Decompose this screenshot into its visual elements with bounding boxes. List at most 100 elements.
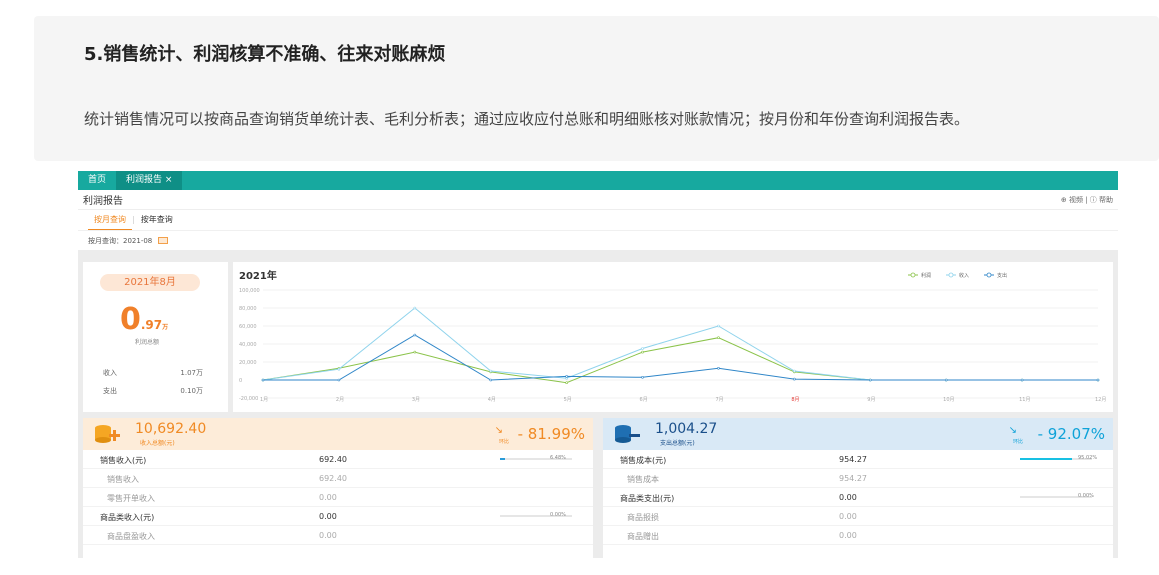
income-total: 10,692.40 — [135, 421, 207, 437]
page-header: 利润报告 ⊕ 视频 | ⓘ 帮助 — [78, 190, 1118, 210]
ratio-percent: 95.02% — [1078, 455, 1098, 461]
x-tick-label: 6月 — [640, 397, 648, 403]
row-name: 零售开单收入 — [107, 494, 155, 503]
row-value: 0.00 — [319, 493, 337, 502]
tab-by-month[interactable]: 按月查询 — [88, 211, 132, 230]
data-point — [261, 378, 265, 382]
ratio-percent: 0.00% — [550, 512, 566, 518]
row-value: 0.00 — [839, 531, 857, 540]
x-tick-label: 9月 — [867, 397, 875, 403]
income-change: - 81.99% — [517, 425, 585, 443]
data-point — [565, 375, 568, 378]
row-name: 商品盘盈收入 — [107, 532, 155, 541]
y-tick-label: 40,000 — [239, 342, 257, 348]
data-point — [717, 367, 720, 370]
trend-down-icon: ↘ — [1008, 425, 1017, 436]
tab-by-year[interactable]: 按年查询 — [135, 211, 179, 229]
data-point — [717, 324, 720, 328]
profit-report-app: 首页 利润报告 × 利润报告 ⊕ 视频 | ⓘ 帮助 按月查询 | 按年查询 按… — [78, 171, 1118, 558]
page-title: 利润报告 — [83, 196, 123, 207]
data-point — [717, 336, 720, 339]
detail-row: 商品报损 0.00 — [603, 507, 1113, 526]
expense-label: 支出 — [103, 387, 117, 395]
x-tick-label: 3月 — [412, 397, 420, 403]
y-tick-label: 0 — [239, 378, 242, 384]
data-point — [413, 306, 417, 310]
row-value: 0.00 — [319, 512, 337, 521]
category-row: 商品类收入(元) 0.00 0.00% — [83, 507, 593, 526]
expense-change-label: 环比 — [1012, 439, 1023, 445]
x-tick-label: 2月 — [336, 397, 344, 403]
profit-int: 0 — [120, 302, 141, 337]
income-label: 收入 — [103, 369, 117, 377]
row-name: 商品报损 — [627, 513, 659, 522]
detail-row: 商品赠出 0.00 — [603, 526, 1113, 545]
ratio-bar-fill — [500, 458, 505, 460]
income-rows: 销售收入(元) 692.40 6.48% 销售收入 692.40 零售开单收入 0.00 商品… — [83, 450, 593, 545]
row-value: 0.00 — [319, 531, 337, 540]
data-point — [793, 369, 796, 373]
calendar-icon[interactable] — [158, 237, 169, 244]
profit-summary-card: 2021年8月 0.97万 利润总额 收入 1.07万 支出 0.10万 — [83, 262, 228, 412]
row-name: 销售成本(元) — [620, 456, 667, 465]
row-name: 商品赠出 — [627, 532, 659, 541]
y-tick-label: 100,000 — [239, 288, 260, 294]
row-value: 954.27 — [839, 455, 867, 464]
data-point — [489, 378, 493, 382]
data-point — [413, 333, 417, 337]
x-tick-label: 7月 — [715, 397, 723, 403]
data-point — [489, 369, 493, 373]
profit-total: 0.97万 — [120, 302, 168, 337]
data-point — [641, 376, 644, 379]
legend-marker — [986, 272, 992, 278]
chart-svg: 2021年 -20,000 0 20,000 40,000 60,000 80,000 100… — [239, 269, 1106, 403]
x-tick-label: 4月 — [488, 397, 496, 403]
x-tick-label: 12月 — [1095, 397, 1106, 403]
row-value: 0.00 — [839, 512, 857, 521]
row-value: 692.40 — [319, 455, 347, 464]
profit-unit: 万 — [162, 324, 169, 331]
row-value: 954.27 — [839, 474, 867, 483]
x-tick-label: 8月 — [791, 397, 799, 403]
ratio-bar-fill — [1020, 458, 1073, 460]
row-value: 0.00 — [839, 493, 857, 502]
income-header: 10,692.40 收入总额(元) ↘ - 81.99% 环比 — [83, 418, 593, 450]
category-row: 销售收入(元) 692.40 6.48% — [83, 450, 593, 469]
x-tick-label: 1月 — [260, 397, 268, 403]
row-name: 销售收入 — [107, 475, 139, 484]
data-point — [868, 378, 872, 382]
legend-label: 收入 — [959, 272, 969, 279]
detail-row: 零售开单收入 0.00 — [83, 488, 593, 507]
profit-dec: .97 — [140, 318, 163, 332]
top-tab-bar: 首页 利润报告 × — [78, 171, 1118, 190]
y-tick-label: 80,000 — [239, 306, 257, 312]
row-name: 销售成本 — [627, 475, 659, 484]
tab-home[interactable]: 首页 — [78, 171, 116, 190]
x-tick-label: 10月 — [943, 397, 954, 403]
tab-profit-report[interactable]: 利润报告 × — [116, 171, 183, 190]
expense-panel: 1,004.27 支出总额(元) ↘ - 92.07% 环比 销售成本(元) 95… — [603, 418, 1113, 558]
expense-rows: 销售成本(元) 954.27 95.02% 销售成本 954.27 商品类支出(元) 0.0… — [603, 450, 1113, 545]
legend-label: 支出 — [997, 272, 1007, 279]
month-query-label: 按月查询：2021-08 — [88, 236, 153, 245]
y-tick-label: 20,000 — [239, 360, 257, 366]
legend-marker — [910, 272, 916, 278]
data-point — [793, 377, 796, 381]
month-pill: 2021年8月 — [100, 274, 200, 291]
detail-row: 销售成本 954.27 — [603, 469, 1113, 488]
y-tick-label: -20,000 — [239, 396, 258, 402]
row-name: 商品类支出(元) — [620, 494, 675, 503]
row-name: 商品类收入(元) — [100, 513, 155, 522]
chart-title: 2021年 — [239, 269, 277, 282]
expense-header: 1,004.27 支出总额(元) ↘ - 92.07% 环比 — [603, 418, 1113, 450]
income-value: 1.07万 — [180, 369, 203, 377]
trend-down-icon: ↘ — [494, 425, 503, 436]
income-panel: 10,692.40 收入总额(元) ↘ - 81.99% 环比 销售收入(元) 6… — [83, 418, 593, 558]
video-help-links[interactable]: ⊕ 视频 | ⓘ 帮助 — [1061, 195, 1113, 205]
expense-summary: 支出 0.10万 — [103, 386, 203, 396]
legend-label: 利润 — [921, 272, 931, 279]
expense-value: 0.10万 — [180, 387, 203, 395]
expense-change: - 92.07% — [1037, 425, 1105, 443]
coin-minus-icon — [615, 425, 640, 443]
x-tick-label: 11月 — [1019, 397, 1030, 403]
